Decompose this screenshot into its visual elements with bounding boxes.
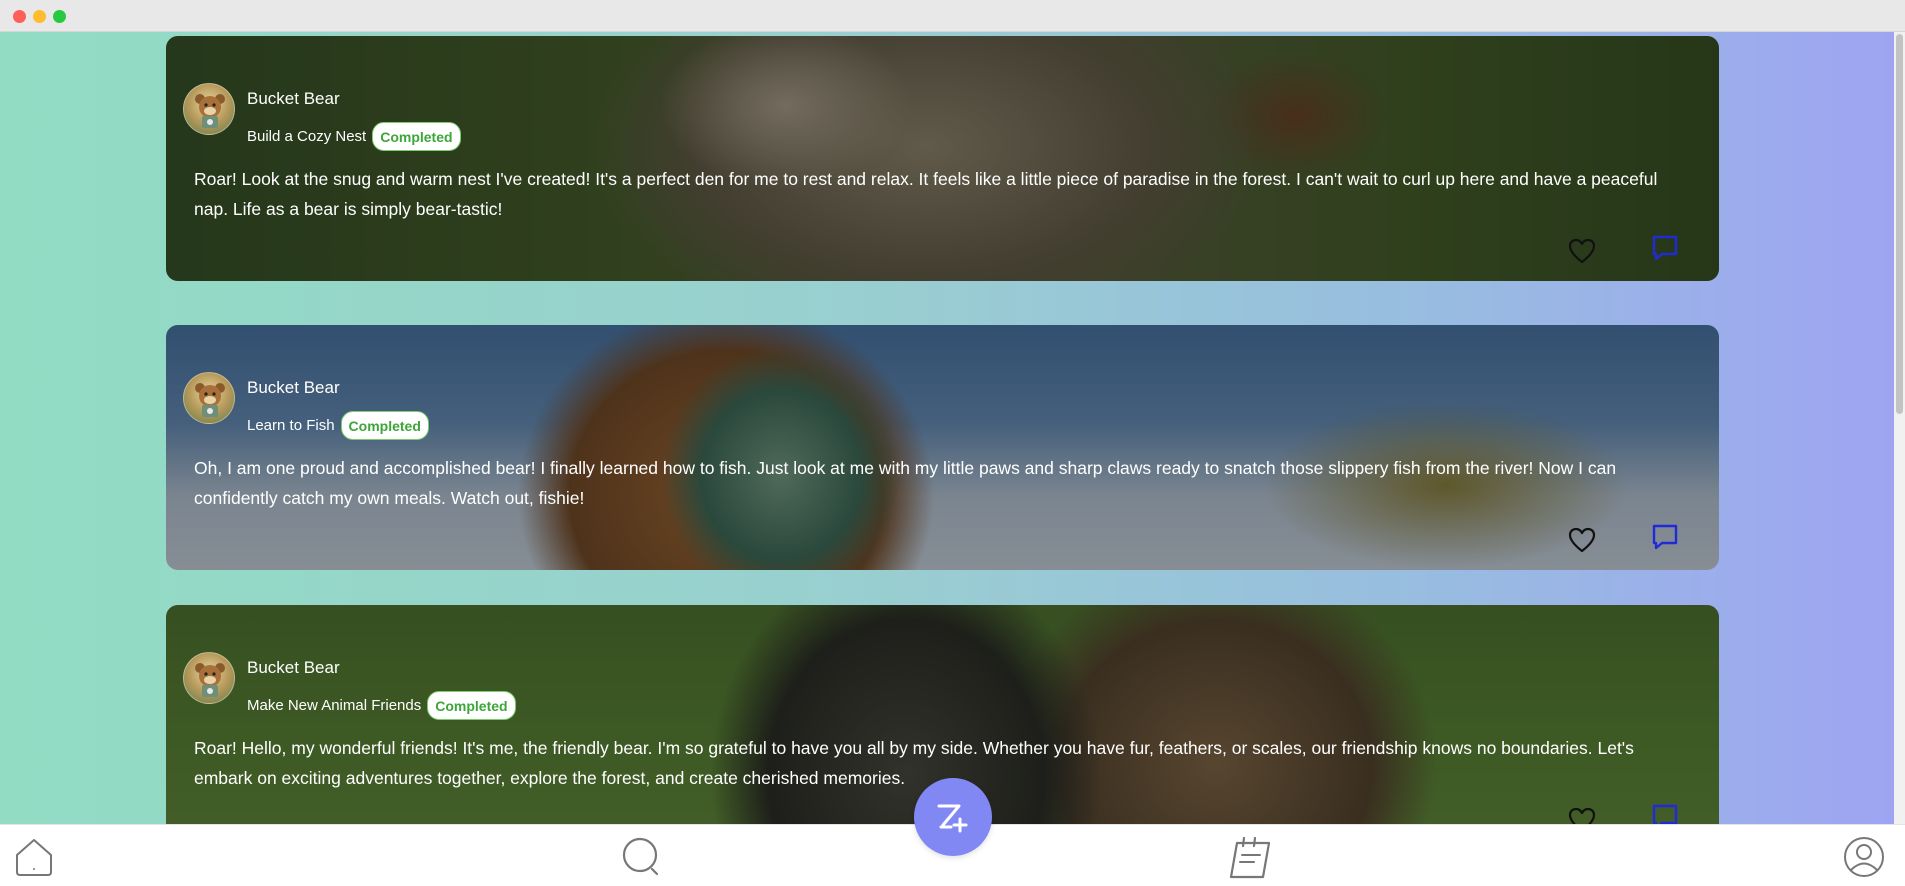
app-window: Bucket Bear Build a Cozy Nest Completed … — [0, 0, 1905, 886]
heart-icon — [1568, 238, 1596, 264]
task-row: Build a Cozy Nest Completed — [247, 122, 461, 151]
status-badge: Completed — [372, 122, 461, 151]
feed-post: Bucket Bear Build a Cozy Nest Completed … — [166, 36, 1719, 281]
notepad-icon — [1229, 836, 1271, 879]
post-username: Bucket Bear — [247, 378, 340, 397]
post-username: Bucket Bear — [247, 658, 340, 677]
home-icon — [16, 839, 52, 876]
comment-button[interactable] — [1650, 233, 1680, 263]
nav-tasks-button[interactable] — [1229, 835, 1273, 879]
avatar[interactable] — [183, 83, 235, 135]
like-button[interactable] — [1567, 805, 1597, 824]
heart-icon — [1568, 807, 1596, 824]
task-row: Make New Animal Friends Completed — [247, 691, 516, 720]
nav-search-button[interactable] — [620, 835, 664, 879]
bear-avatar-icon — [195, 663, 225, 697]
task-name: Build a Cozy Nest — [247, 128, 367, 145]
comment-icon — [1652, 804, 1678, 824]
comment-icon — [1652, 235, 1678, 261]
like-button[interactable] — [1567, 236, 1597, 266]
comment-icon — [1652, 524, 1678, 550]
avatar[interactable] — [183, 372, 235, 424]
create-post-icon — [937, 804, 968, 833]
feed-post: Bucket Bear Learn to Fish Completed Oh, … — [166, 325, 1719, 570]
scrollbar-thumb[interactable] — [1896, 34, 1903, 414]
nav-profile-button[interactable] — [1842, 835, 1886, 879]
status-badge: Completed — [427, 691, 516, 720]
heart-icon — [1568, 527, 1596, 553]
maximize-window-button[interactable] — [53, 10, 66, 23]
like-button[interactable] — [1567, 525, 1597, 555]
bear-avatar-icon — [195, 94, 225, 128]
post-username: Bucket Bear — [247, 89, 340, 108]
user-icon — [1844, 837, 1884, 877]
comment-button[interactable] — [1650, 802, 1680, 824]
task-name: Learn to Fish — [247, 417, 335, 434]
task-row: Learn to Fish Completed — [247, 411, 429, 440]
create-post-button[interactable] — [914, 778, 992, 856]
comment-button[interactable] — [1650, 522, 1680, 552]
feed[interactable]: Bucket Bear Build a Cozy Nest Completed … — [0, 32, 1894, 824]
avatar[interactable] — [183, 652, 235, 704]
status-badge: Completed — [340, 411, 429, 440]
bear-avatar-icon — [195, 383, 225, 417]
title-bar — [0, 0, 1905, 32]
minimize-window-button[interactable] — [33, 10, 46, 23]
close-window-button[interactable] — [13, 10, 26, 23]
post-text: Oh, I am one proud and accomplished bear… — [194, 458, 1617, 508]
nav-home-button[interactable] — [12, 835, 56, 879]
search-icon — [622, 837, 659, 876]
task-name: Make New Animal Friends — [247, 697, 422, 714]
post-text: Roar! Look at the snug and warm nest I'v… — [194, 169, 1658, 219]
scrollbar[interactable] — [1894, 32, 1905, 824]
